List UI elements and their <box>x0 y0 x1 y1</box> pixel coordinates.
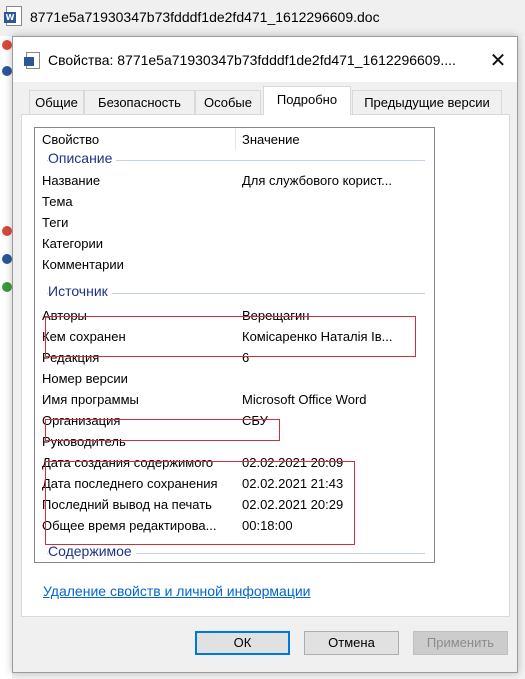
property-value: Microsoft Office Word <box>242 392 367 407</box>
window-titlebar: W 8771e5a71930347b73fdddf1de2fd471_16122… <box>0 0 525 36</box>
group-header-content: Содержимое <box>35 543 434 562</box>
list-item[interactable]: Общее время редактирова... 00:18:00 <box>35 516 434 537</box>
list-item[interactable]: Кем сохранен Комісаренко Наталія Ів... <box>35 327 434 348</box>
list-header: Свойство Значение <box>35 128 434 150</box>
properties-list[interactable]: Свойство Значение Описание Название Для с… <box>34 127 435 563</box>
property-name: Название <box>42 173 101 188</box>
property-name: Тема <box>42 194 73 209</box>
list-item[interactable]: Категории <box>35 234 434 255</box>
property-name: Кем сохранен <box>42 329 126 344</box>
background-app-icon <box>2 66 12 76</box>
property-value: Верещагин <box>242 308 310 323</box>
list-item[interactable]: Номер версии <box>35 369 434 390</box>
property-value: 02.02.2021 21:43 <box>242 476 344 491</box>
property-name: Организация <box>42 413 121 428</box>
list-item[interactable]: Дата последнего сохранения 02.02.2021 21:… <box>35 474 434 495</box>
close-icon[interactable]: ✕ <box>483 45 513 75</box>
remove-properties-link[interactable]: Удаление свойств и личной информации <box>43 583 311 599</box>
list-item[interactable]: Комментарии <box>35 255 434 276</box>
window-title: 8771e5a71930347b73fdddf1de2fd471_1612296… <box>30 9 380 25</box>
tab-security[interactable]: Безопасность <box>84 90 195 114</box>
background-app-icon <box>2 254 12 264</box>
property-name: Комментарии <box>42 257 124 272</box>
property-name: Категории <box>42 236 103 251</box>
list-item[interactable]: Теги <box>35 213 434 234</box>
properties-dialog: Свойства: 8771e5a71930347b73fdddf1de2fd4… <box>12 36 518 673</box>
group-label: Источник <box>48 283 112 299</box>
list-item[interactable]: Дата создания содержимого 02.02.2021 20:0… <box>35 453 434 474</box>
property-value: 00:18:00 <box>242 518 293 533</box>
tab-general[interactable]: Общие <box>29 90 84 114</box>
property-name: Редакция <box>42 350 100 365</box>
list-item[interactable]: Название Для службового корист... <box>35 171 434 192</box>
column-header-property[interactable]: Свойство <box>42 132 99 147</box>
group-label: Описание <box>48 150 117 166</box>
property-name: Общее время редактирова... <box>42 518 217 533</box>
list-item[interactable]: Редакция 6 <box>35 348 434 369</box>
word-document-icon: W <box>4 6 22 26</box>
apply-button[interactable]: Применить <box>413 631 508 655</box>
cancel-button[interactable]: Отмена <box>304 631 399 655</box>
tab-previous-versions[interactable]: Предыдущие версии <box>352 90 502 114</box>
property-name: Номер версии <box>42 371 128 386</box>
list-item[interactable]: Авторы Верещагин <box>35 306 434 327</box>
column-header-value[interactable]: Значение <box>242 132 300 147</box>
property-name: Дата создания содержимого <box>42 455 214 470</box>
property-value: 02.02.2021 20:29 <box>242 497 344 512</box>
background-desktop-strip <box>0 36 12 679</box>
background-app-icon <box>2 282 12 292</box>
property-name: Последний вывод на печать <box>42 497 212 512</box>
property-value: СБУ <box>242 413 268 428</box>
tab-strip: Общие Безопасность Особые Подробно Преды… <box>13 82 517 115</box>
group-header-description: Описание <box>35 150 434 170</box>
tab-custom[interactable]: Особые <box>195 90 261 114</box>
list-item[interactable]: Имя программы Microsoft Office Word <box>35 390 434 411</box>
dialog-title: Свойства: 8771e5a71930347b73fdddf1de2fd4… <box>48 52 456 68</box>
word-document-icon <box>24 52 40 69</box>
column-separator[interactable] <box>235 128 236 150</box>
property-name: Руководитель <box>42 434 126 449</box>
property-value: 6 <box>242 350 250 365</box>
group-header-source: Источник <box>35 283 434 303</box>
property-name: Теги <box>42 215 69 230</box>
property-value: Комісаренко Наталія Ів... <box>242 329 393 344</box>
background-app-icon <box>2 40 12 50</box>
tab-details[interactable]: Подробно <box>263 86 351 115</box>
property-value: Для службового корист... <box>242 173 392 188</box>
property-name: Дата последнего сохранения <box>42 476 218 491</box>
property-value: 02.02.2021 20:09 <box>242 455 344 470</box>
background-app-icon <box>2 226 12 236</box>
property-name: Авторы <box>42 308 87 323</box>
group-label: Содержимое <box>48 543 136 559</box>
list-item[interactable]: Последний вывод на печать 02.02.2021 20:2… <box>35 495 434 516</box>
list-item[interactable]: Руководитель <box>35 432 434 453</box>
dialog-titlebar[interactable]: Свойства: 8771e5a71930347b73fdddf1de2fd4… <box>13 37 517 82</box>
list-item[interactable]: Тема <box>35 192 434 213</box>
ok-button[interactable]: ОК <box>195 631 290 655</box>
property-name: Имя программы <box>42 392 139 407</box>
list-item[interactable]: Организация СБУ <box>35 411 434 432</box>
